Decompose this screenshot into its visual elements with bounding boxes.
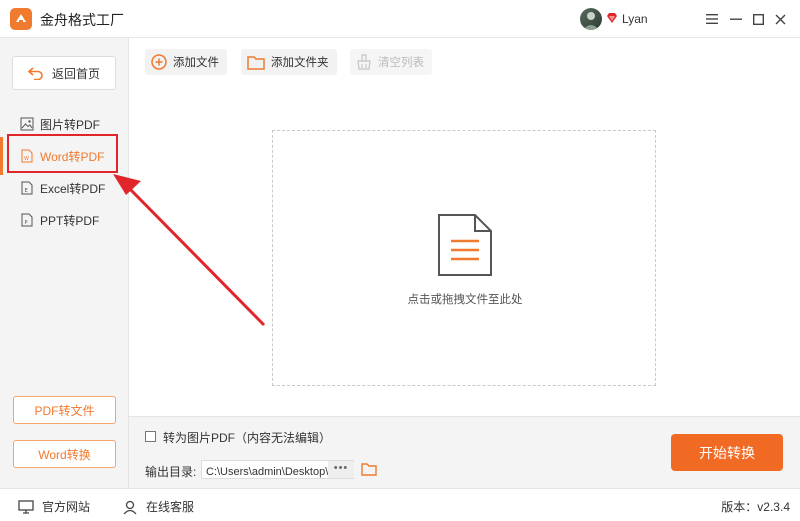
add-file-label: 添加文件 (173, 54, 219, 70)
file-drop-zone[interactable]: 点击或拖拽文件至此处 (272, 130, 656, 386)
folder-icon (247, 55, 265, 70)
image-pdf-checkbox[interactable] (145, 431, 156, 442)
customer-service-icon (122, 499, 138, 515)
official-website-label: 官方网站 (42, 498, 90, 515)
version-label: 版本：v2.3.4 (721, 498, 790, 515)
add-file-button[interactable]: 添加文件 (145, 49, 227, 75)
drop-hint-text: 点击或拖拽文件至此处 (273, 291, 657, 307)
bottom-panel: 转为图片PDF（内容无法编辑） 输出目录: C:\Users\admin\Des… (129, 416, 800, 488)
document-icon (437, 213, 493, 277)
add-folder-button[interactable]: 添加文件夹 (241, 49, 337, 75)
monitor-icon (18, 500, 34, 514)
add-circle-icon (151, 54, 167, 70)
add-folder-label: 添加文件夹 (271, 54, 329, 70)
output-dir-label: 输出目录: (145, 463, 196, 480)
online-service-link[interactable]: 在线客服 (122, 498, 194, 515)
start-convert-button[interactable]: 开始转换 (671, 434, 783, 471)
image-pdf-checkbox-label[interactable]: 转为图片PDF（内容无法编辑） (163, 429, 331, 446)
online-service-label: 在线客服 (146, 498, 194, 515)
clear-list-label: 清空列表 (378, 54, 424, 70)
clear-broom-icon (356, 54, 372, 70)
clear-list-button[interactable]: 清空列表 (350, 49, 432, 75)
official-website-link[interactable]: 官方网站 (18, 498, 90, 515)
browse-more-button[interactable]: ••• (328, 461, 354, 478)
open-folder-icon[interactable] (361, 461, 377, 477)
status-bar: 官方网站 在线客服 版本：v2.3.4 (0, 488, 800, 521)
